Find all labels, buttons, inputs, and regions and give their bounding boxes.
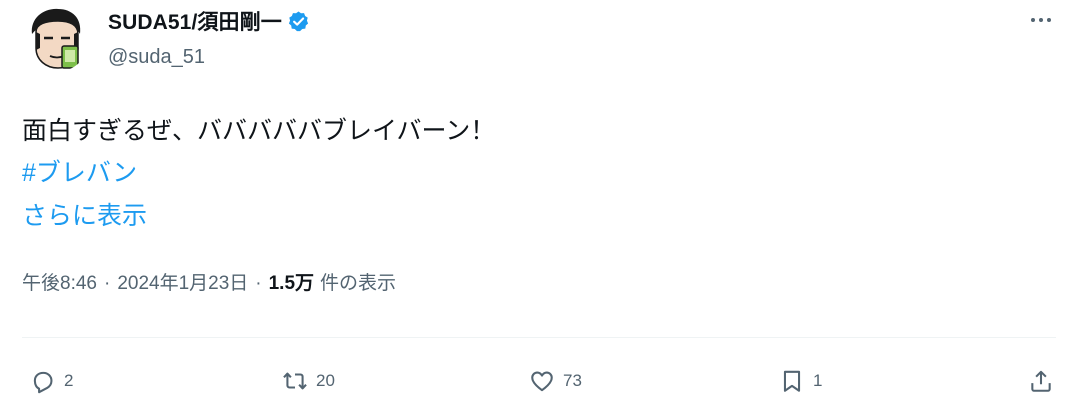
bookmark-count: 1 [813,371,823,390]
tweet-date[interactable]: 2024年1月23日 [117,268,248,295]
views-count[interactable]: 1.5万 [269,268,314,295]
like-count: 73 [563,371,582,390]
author-name-row: SUDA51/須田剛一 [108,6,310,36]
tweet-time[interactable]: 午後8:46 [22,268,97,295]
retweet-icon [283,372,307,390]
hashtag-link[interactable]: #ブレバン [22,157,137,189]
more-dots-icon [1031,18,1051,22]
bookmark-button[interactable]: 1 [779,366,822,396]
avatar[interactable] [22,4,90,72]
retweet-count: 20 [316,371,335,390]
divider [22,337,1056,338]
share-icon [1031,370,1051,392]
verified-badge-icon [287,10,310,33]
cartoon-face-avatar-icon [31,8,81,69]
display-name[interactable]: SUDA51/須田剛一 [108,6,282,36]
handle[interactable]: @suda_51 [108,46,205,69]
reply-count: 2 [64,371,74,390]
tweet-text: 面白すぎるぜ、バババババブレイバーン！ [22,117,496,145]
meta-separator: · [255,273,262,294]
bookmark-icon [783,370,801,392]
show-more-link[interactable]: さらに表示 [22,200,147,232]
heart-icon [531,371,553,392]
more-options-button[interactable] [1026,8,1056,32]
share-button[interactable] [1028,366,1054,396]
tweet-card: SUDA51/須田剛一 @suda_51 面白すぎるぜ、バババババブレイバーン！… [0,0,1070,413]
reply-icon [33,371,53,394]
like-button[interactable]: 73 [529,366,582,396]
tweet-meta: 午後8:46 · 2024年1月23日 · 1.5万 件の表示 [22,268,396,295]
views-label: 件の表示 [320,273,397,294]
meta-separator: · [103,273,111,294]
reply-button[interactable]: 2 [30,366,73,396]
retweet-button[interactable]: 20 [282,366,335,396]
